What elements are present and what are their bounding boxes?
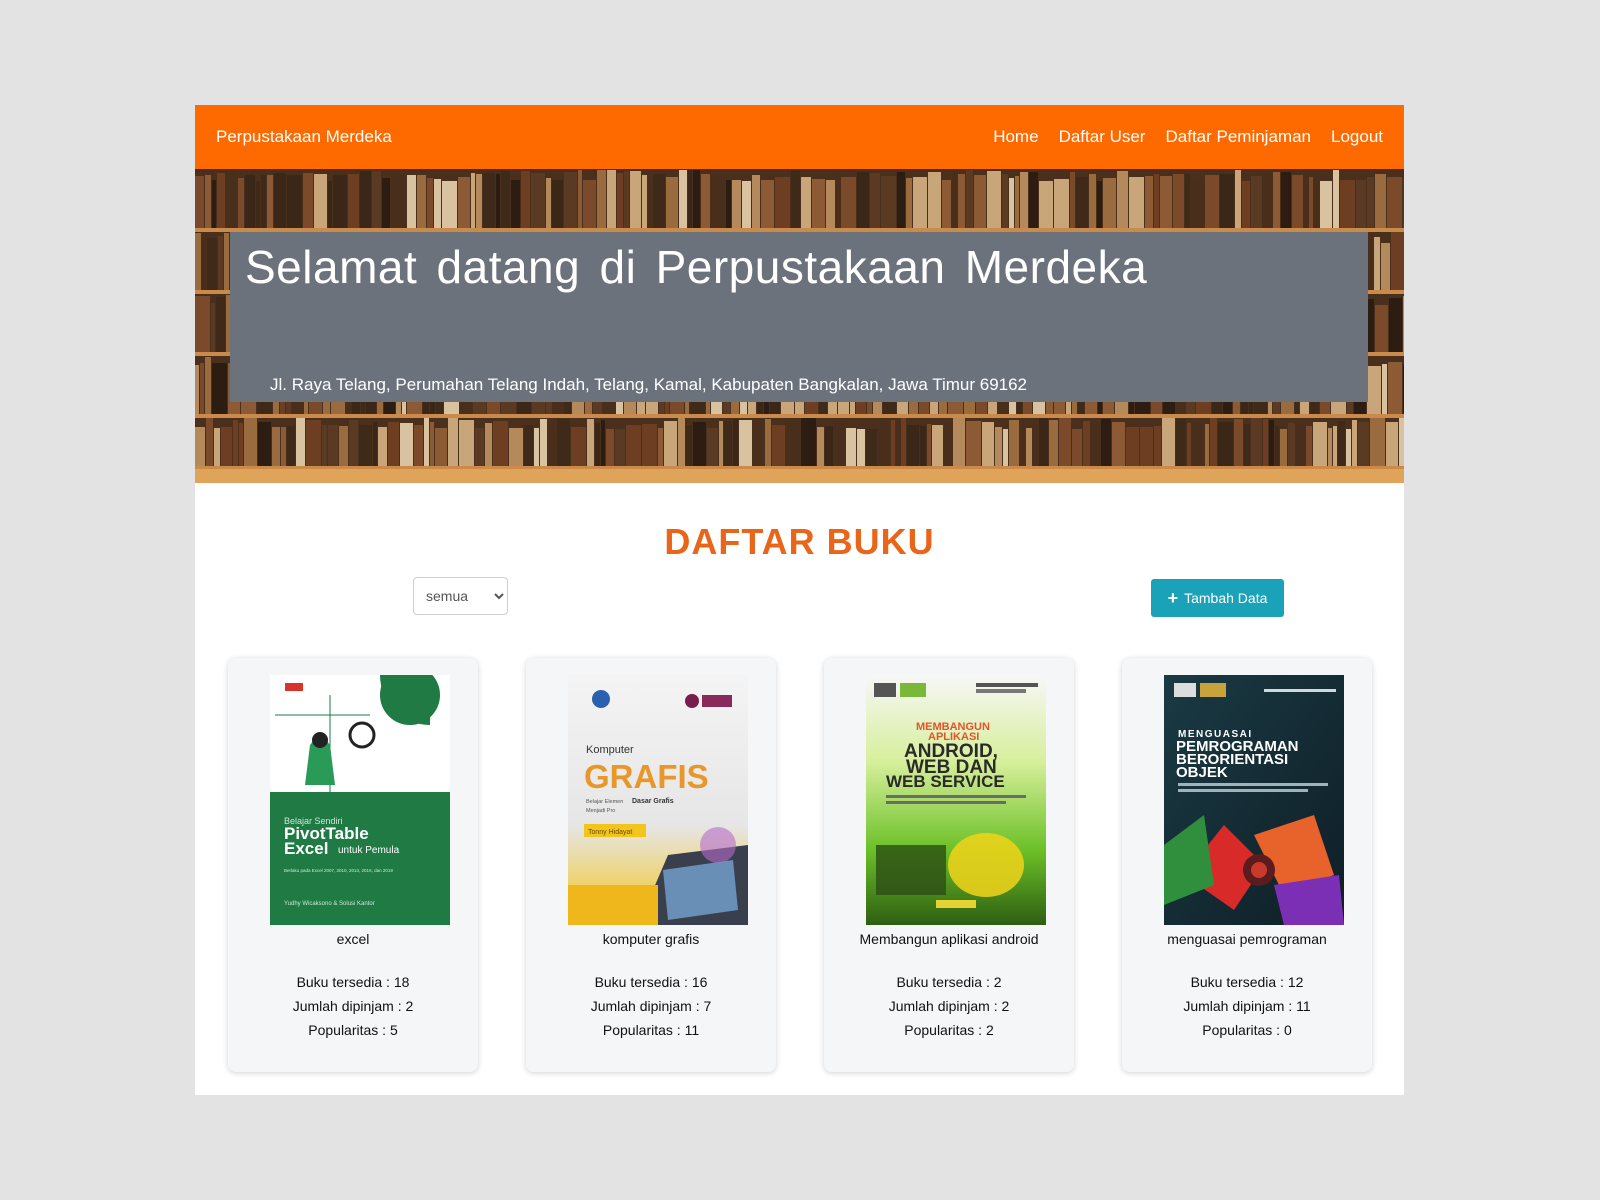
- hero-address: Jl. Raya Telang, Perumahan Telang Indah,…: [270, 375, 1028, 394]
- nav-daftar-user-link[interactable]: Daftar User: [1059, 127, 1146, 147]
- nav-home-link[interactable]: Home: [993, 127, 1038, 147]
- cover-text: Tonny Hidayat: [588, 829, 632, 836]
- filter-select[interactable]: semua: [413, 577, 508, 615]
- cover-text: untuk Pemula: [338, 845, 400, 856]
- book-available: Buku tersedia : 2: [896, 974, 1002, 990]
- hero-title: Selamat datang di Perpustakaan Merdeka: [245, 241, 1148, 293]
- book-stats: Buku tersedia : 2 Jumlah dipinjam : 2 Po…: [824, 970, 1074, 1042]
- cover-text: Yudhy Wicaksono & Solusi Kantor: [284, 901, 375, 907]
- book-available: Buku tersedia : 16: [594, 974, 708, 990]
- cover-text: GRAFIS: [584, 758, 709, 795]
- nav-daftar-peminjaman-link[interactable]: Daftar Peminjaman: [1165, 127, 1311, 147]
- cover-text: Belajar Elemen: [586, 799, 623, 805]
- book-title: excel: [336, 931, 370, 947]
- add-data-label: Tambah Data: [1184, 590, 1268, 606]
- book-cover-image: MEMBANGUN APLIKASI ANDROID, WEB DAN WEB …: [866, 675, 1046, 925]
- cover-text: OBJEK: [1176, 764, 1228, 781]
- book-card[interactable]: Belajar Sendiri PivotTable Excel untuk P…: [228, 658, 478, 1072]
- book-cover-image: MENGUASAI PEMROGRAMAN BERORIENTASI OBJEK: [1164, 675, 1344, 925]
- book-stats: Buku tersedia : 18 Jumlah dipinjam : 2 P…: [228, 970, 478, 1042]
- hero-text-box: Selamat datang di Perpustakaan Merdeka J…: [230, 232, 1368, 402]
- book-stats: Buku tersedia : 12 Jumlah dipinjam : 11 …: [1122, 970, 1372, 1042]
- book-available: Buku tersedia : 18: [296, 974, 410, 990]
- add-data-button[interactable]: + Tambah Data: [1151, 579, 1284, 617]
- book-title: menguasai pemrograman: [1167, 931, 1327, 947]
- nav-logout-link[interactable]: Logout: [1331, 127, 1383, 147]
- plus-icon: +: [1167, 588, 1179, 608]
- nav-links: Home Daftar User Daftar Peminjaman Logou…: [993, 127, 1383, 147]
- book-title: Membangun aplikasi android: [859, 931, 1039, 947]
- book-borrowed: Jumlah dipinjam : 2: [888, 998, 1010, 1014]
- cover-text: Menjadi Pro: [586, 808, 615, 814]
- book-borrowed: Jumlah dipinjam : 2: [292, 998, 414, 1014]
- section-title: DAFTAR BUKU: [664, 521, 935, 562]
- book-popularity: Popularitas : 0: [1202, 1022, 1292, 1038]
- cover-text: Dasar Grafis: [632, 798, 674, 805]
- book-stats: Buku tersedia : 16 Jumlah dipinjam : 7 P…: [526, 970, 776, 1042]
- cover-text: Excel: [284, 839, 328, 858]
- book-borrowed: Jumlah dipinjam : 7: [590, 998, 712, 1014]
- book-cover-image: Komputer GRAFIS Belajar Elemen Dasar Gra…: [568, 675, 748, 925]
- book-popularity: Popularitas : 2: [904, 1022, 994, 1038]
- book-card[interactable]: Komputer GRAFIS Belajar Elemen Dasar Gra…: [526, 658, 776, 1072]
- book-card[interactable]: MENGUASAI PEMROGRAMAN BERORIENTASI OBJEK…: [1122, 658, 1372, 1072]
- hero-banner: Selamat datang di Perpustakaan Merdeka J…: [195, 169, 1404, 483]
- app-frame: Perpustakaan Merdeka Home Daftar User Da…: [195, 105, 1404, 1095]
- navbar: Perpustakaan Merdeka Home Daftar User Da…: [195, 105, 1404, 169]
- book-borrowed: Jumlah dipinjam : 11: [1183, 998, 1311, 1014]
- book-title: komputer grafis: [602, 931, 700, 947]
- brand-link[interactable]: Perpustakaan Merdeka: [216, 127, 392, 147]
- cover-text: WEB SERVICE: [886, 772, 1005, 791]
- book-cover-image: Belajar Sendiri PivotTable Excel untuk P…: [270, 675, 450, 925]
- cover-text: Komputer: [586, 744, 634, 756]
- book-popularity: Popularitas : 5: [308, 1022, 398, 1038]
- book-card[interactable]: MEMBANGUN APLIKASI ANDROID, WEB DAN WEB …: [824, 658, 1074, 1072]
- book-popularity: Popularitas : 11: [602, 1022, 700, 1038]
- book-available: Buku tersedia : 12: [1190, 974, 1304, 990]
- cover-text: Berlaku pada Excel 2007, 2010, 2013, 201…: [284, 868, 393, 873]
